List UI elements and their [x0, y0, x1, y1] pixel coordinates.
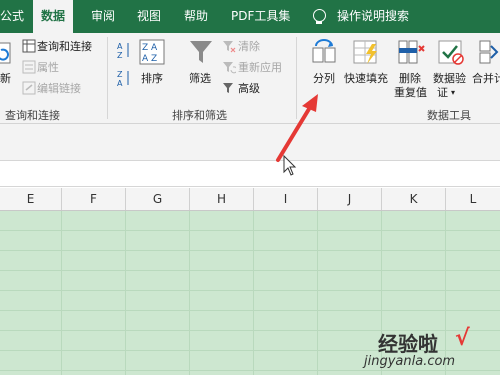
column-header-row: E F G H I J K L: [0, 188, 500, 211]
svg-text:Z: Z: [117, 51, 123, 59]
separator: [107, 37, 108, 119]
tab-help[interactable]: 帮助: [184, 0, 208, 33]
refresh-all-icon: [0, 41, 12, 71]
group-label-data-tools: 数据工具: [427, 109, 471, 122]
clear-filter-icon: [222, 38, 236, 57]
tab-pdf-tools[interactable]: PDF工具集: [231, 0, 290, 33]
column-header[interactable]: K: [382, 188, 446, 210]
formula-bar[interactable]: [0, 160, 500, 187]
flash-fill-button[interactable]: 快速填充: [344, 70, 388, 86]
group-label-query: 查询和连接: [5, 109, 60, 122]
query-connections-button[interactable]: 查询和连接: [37, 38, 92, 54]
ribbon-tab-bar: 公式 数据 审阅 视图 帮助 PDF工具集 操作说明搜索: [0, 0, 500, 33]
column-header[interactable]: F: [62, 188, 126, 210]
tab-review[interactable]: 审阅: [91, 0, 115, 33]
filter-icon: [189, 39, 213, 69]
column-header[interactable]: I: [254, 188, 318, 210]
svg-text:A Z: A Z: [142, 54, 157, 64]
advanced-filter-button[interactable]: 高级: [238, 80, 260, 96]
clear-filter-button[interactable]: 清除: [238, 38, 260, 54]
tab-formulas[interactable]: 公式: [0, 0, 24, 33]
flash-fill-icon: [352, 38, 380, 70]
lightbulb-icon: [313, 9, 326, 24]
group-label-sort-filter: 排序和筛选: [172, 109, 227, 122]
svg-text:Z A: Z A: [142, 43, 158, 53]
reapply-button[interactable]: 重新应用: [238, 59, 282, 75]
edit-links-button[interactable]: 编辑链接: [37, 80, 81, 96]
consolidate-button[interactable]: 合并计: [472, 70, 500, 86]
dropdown-arrow-icon[interactable]: ▾: [451, 88, 455, 97]
advanced-filter-icon: [222, 80, 236, 99]
separator: [296, 37, 297, 119]
filter-button[interactable]: 筛选: [189, 70, 211, 86]
edit-links-icon: [22, 80, 36, 99]
ribbon-gap: [0, 124, 500, 160]
column-header[interactable]: G: [126, 188, 190, 210]
consolidate-icon: [478, 38, 500, 70]
svg-text:A: A: [117, 42, 123, 51]
sort-a-z-icon[interactable]: AZ: [117, 41, 131, 63]
sort-button[interactable]: 排序: [141, 70, 163, 86]
column-header[interactable]: E: [0, 188, 62, 210]
text-to-columns-button[interactable]: 分列: [313, 70, 335, 86]
sort-z-a-icon[interactable]: ZA: [117, 69, 131, 91]
remove-duplicates-label-2: 重复值: [394, 86, 427, 99]
tell-me-search[interactable]: 操作说明搜索: [337, 0, 409, 33]
query-connections-icon: [22, 38, 36, 57]
svg-text:Z: Z: [117, 70, 123, 79]
refresh-all-button[interactable]: 新: [0, 70, 11, 86]
svg-text:A: A: [117, 79, 123, 87]
watermark-text: 经验啦: [378, 332, 438, 356]
watermark-url: jingyanla.com: [364, 354, 456, 369]
column-header[interactable]: J: [318, 188, 382, 210]
sort-icon: Z AA Z: [139, 39, 165, 69]
text-to-columns-icon: [310, 38, 338, 70]
data-validation-icon: [437, 38, 465, 70]
ribbon: 新 查询和连接 属性 编辑链接 查询和连接 AZ ZA Z AA Z 排序 筛选…: [0, 33, 500, 124]
properties-icon: [22, 59, 36, 78]
properties-button[interactable]: 属性: [37, 59, 59, 75]
tab-view[interactable]: 视图: [137, 0, 161, 33]
watermark-check-icon: √: [455, 326, 470, 351]
column-header[interactable]: L: [446, 188, 500, 210]
data-validation-label-2: 证: [437, 86, 448, 99]
tab-data[interactable]: 数据: [33, 0, 74, 33]
reapply-icon: [222, 59, 238, 78]
column-header[interactable]: H: [190, 188, 254, 210]
remove-duplicates-icon: [397, 38, 425, 70]
